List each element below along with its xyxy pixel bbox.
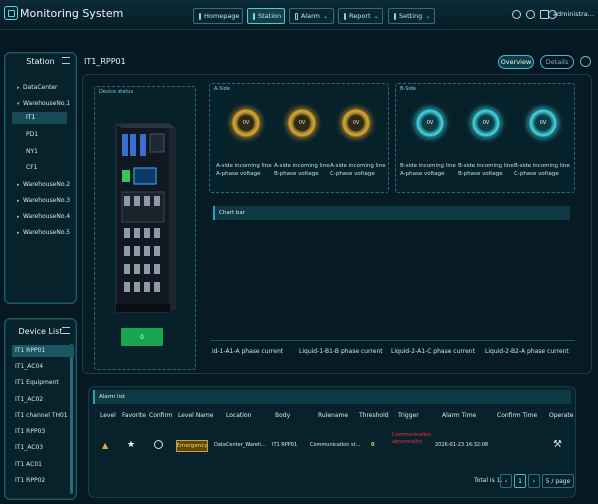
cell-location: DataCenter_Wareh... [214, 442, 266, 448]
tree-item-warehouse2[interactable]: ▸ WarehouseNo.2 [17, 181, 70, 188]
favorite-star-icon[interactable]: ★ [127, 440, 135, 450]
a-side-gauge-c: 0V [341, 108, 371, 138]
user-name[interactable]: administra... [553, 10, 594, 18]
pager-page-button[interactable]: 1 [514, 474, 526, 488]
tree-item-it1[interactable]: IT1 [12, 112, 67, 124]
cell-trigger: Communication abnormality [392, 432, 432, 445]
a-side-label-a: A-side incoming line A-phase voltage [216, 163, 272, 177]
chart-x-tick: Liquid-2-A1-C phase current [391, 348, 475, 355]
pager-prev-button[interactable]: ‹ [500, 474, 512, 488]
power-icon[interactable] [526, 10, 535, 19]
tree-item-datacenter[interactable]: ▸ DataCenter [17, 84, 58, 91]
col-location: Location [226, 412, 252, 419]
report-icon [344, 12, 346, 20]
device-item[interactable]: IT1 RPP02 [12, 475, 74, 487]
col-confirm: Confirm [149, 412, 173, 419]
col-favorite: Favorite [122, 412, 146, 419]
a-side-label: A-Side [214, 86, 230, 92]
cabinet-image [115, 123, 176, 313]
wrench-icon[interactable]: ⚒ [553, 439, 562, 450]
col-level-name: Level Name [178, 412, 214, 419]
tree-item-warehouse3[interactable]: ▸ WarehouseNo.3 [17, 197, 70, 204]
b-side-label: B-Side [400, 86, 417, 92]
device-item[interactable]: IT1 Equipment [12, 377, 74, 389]
nav-report[interactable]: Report ⌄ [338, 8, 383, 24]
app-logo-icon [4, 6, 18, 20]
b-side-gauge-b: 0V [471, 108, 501, 138]
device-item[interactable]: IT1 RPP03 [12, 426, 74, 438]
gear-icon [394, 12, 396, 20]
device-item[interactable]: IT1 AC01 [12, 459, 74, 471]
tree-item-ny1[interactable]: NY1 [26, 148, 38, 155]
col-rulename: Rulename [318, 412, 349, 419]
b-side-label-c: B-side incoming line C-phase voltage [514, 163, 570, 177]
home-icon [199, 12, 201, 20]
device-item[interactable]: IT1 channel TH01 [12, 410, 74, 422]
cell-body: IT1 RPP01 [272, 442, 298, 448]
pager-next-button[interactable]: › [528, 474, 540, 488]
nav-alarm[interactable]: Alarm ⌄ [289, 8, 334, 24]
col-body: Body [275, 412, 291, 419]
chevron-down-icon: ⌄ [322, 12, 328, 20]
b-side-gauge-a: 0V [415, 108, 445, 138]
top-bar: Monitoring System Homepage Station Alarm… [0, 0, 598, 30]
station-icon [253, 12, 255, 20]
b-side-label-a: B-side incoming line A-phase voltage [400, 163, 456, 177]
tree-item-warehouse5[interactable]: ▸ WarehouseNo.5 [17, 229, 70, 236]
device-title: IT1_RPP01 [84, 57, 126, 66]
col-operate: Operate [549, 412, 574, 419]
nav-setting[interactable]: Setting ⌄ [388, 8, 435, 24]
pager-total: Total is 1. [474, 477, 503, 484]
cell-threshold: 0 [371, 442, 375, 448]
device-status-button[interactable]: 0 [121, 328, 163, 346]
cell-rulename: Communication st... [310, 442, 361, 448]
tab-details[interactable]: Details [540, 55, 574, 69]
filter-icon[interactable] [62, 57, 70, 64]
a-side-gauge-a: 0V [231, 108, 261, 138]
chart-axis-line [210, 340, 575, 341]
tree-item-pd1[interactable]: PD1 [26, 131, 38, 138]
chart-x-tick: Liquid-1-B1-B phase current [299, 348, 383, 355]
b-side-label-b: B-side incoming line B-phase voltage [458, 163, 514, 177]
level-bell-icon: ▲ [102, 441, 109, 450]
col-threshold: Threshold [359, 412, 389, 419]
a-side-label-b: A-side incoming line B-phase voltage [274, 163, 330, 177]
b-side-gauge-c: 0V [528, 108, 558, 138]
level-name-badge: Emergency [176, 440, 208, 452]
device-item[interactable]: IT1_AC02 [12, 394, 74, 406]
col-trigger: Trigger [398, 412, 419, 419]
col-level: Level [100, 412, 116, 419]
nav-homepage[interactable]: Homepage [193, 8, 243, 24]
chart-bar-title: Chart bar [213, 206, 570, 220]
device-item[interactable]: IT1 RPP01 [12, 345, 74, 357]
pager-size-select[interactable]: 5 / page [542, 474, 574, 488]
nav-station[interactable]: Station [247, 8, 285, 24]
device-item[interactable]: IT1_AC03 [12, 442, 74, 454]
col-alarm-time: Alarm Time [442, 412, 477, 419]
alarm-icon [295, 12, 298, 20]
tab-overview[interactable]: Overview [498, 55, 534, 69]
chevron-down-icon: ⌄ [373, 12, 379, 20]
header-tools [512, 10, 549, 19]
col-confirm-time: Confirm Time [497, 412, 538, 419]
tree-item-cf1[interactable]: CF1 [26, 164, 37, 171]
chevron-down-icon: ⌄ [425, 12, 431, 20]
a-side-gauge-b: 0V [287, 108, 317, 138]
alarm-list-title: Alarm list [93, 390, 571, 404]
cell-alarm-time: 2026-01-23 16:32:08 [435, 442, 489, 448]
device-item[interactable]: IT1_AC04 [12, 361, 74, 373]
a-side-label-c: A-side incoming line C-phase voltage [330, 163, 386, 177]
play-icon[interactable] [512, 10, 521, 19]
info-icon[interactable] [580, 56, 591, 67]
chart-x-tick: id-1-A1-A phase current [212, 348, 284, 355]
tree-item-warehouse1[interactable]: ▾ WarehouseNo.1 [17, 100, 70, 107]
device-status-label: Device status [99, 89, 134, 95]
tree-item-warehouse4[interactable]: ▸ WarehouseNo.4 [17, 213, 70, 220]
confirm-check-icon[interactable] [154, 440, 163, 449]
filter-icon[interactable] [62, 327, 70, 334]
chart-x-tick: Liquid-2-B2-A phase current [485, 348, 569, 355]
app-title: Monitoring System [20, 7, 124, 20]
